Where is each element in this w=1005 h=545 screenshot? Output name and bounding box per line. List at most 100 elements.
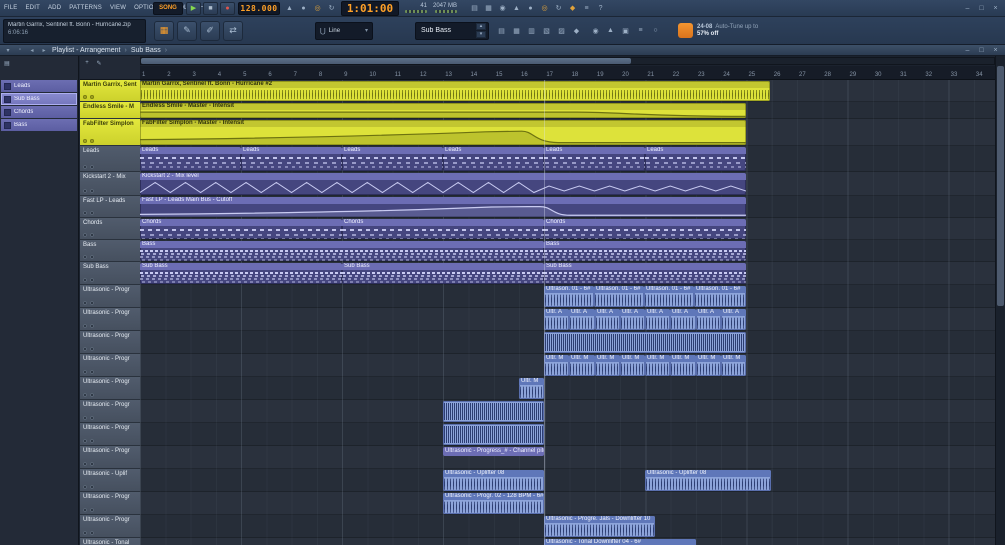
clip-ultr-m[interactable]: Ultr. M [670,355,696,376]
clip-ultrasonic-uplifter-08[interactable]: Ultrasonic - Uplifter 08 [645,470,771,491]
pan-knob[interactable] [83,370,87,374]
volume-knob[interactable] [90,139,94,143]
mixer-icon[interactable]: ▧ [540,24,553,37]
maximize-button[interactable]: □ [976,3,987,14]
track-header-4[interactable]: Kickstart 2 - Mix [80,172,140,196]
pattern-item-bass[interactable]: Bass [1,119,77,131]
clip-bass[interactable]: Bass [544,241,746,261]
playlist-grid[interactable]: Martin Garrix, Sentinel ft. Bonn - Hurri… [140,80,995,545]
clip-leads[interactable]: Leads [140,147,241,171]
time-display[interactable]: 1:01:00 [341,0,399,16]
pan-knob[interactable] [83,485,87,489]
menu-edit[interactable]: EDIT [25,5,39,11]
clip-ultr-m[interactable]: Ultr. M [595,355,620,376]
track-header-1[interactable]: Endless Smile - M [80,102,140,119]
clip-ultrason-01-6[interactable]: Ultrason. 01 - 6# [594,286,644,307]
typing-piano-icon[interactable]: ▣ [619,24,632,37]
ad-logo-icon[interactable] [678,23,693,38]
pan-knob[interactable] [83,508,87,512]
clip-audio[interactable] [443,401,544,422]
metronome-3-icon[interactable]: ▲ [604,24,617,37]
playlist-icon[interactable]: ▤ [495,24,508,37]
clip-ultrasonic-progre-jals-downlifter-10[interactable]: Ultrasonic - Progre. Jals - Downlifter 1… [544,516,655,537]
pan-knob[interactable] [83,301,87,305]
pan-knob[interactable] [83,347,87,351]
clip-ultrasonic-uplifter-08[interactable]: Ultrasonic - Uplifter 08 [443,470,544,491]
clip-chords[interactable]: Chords [140,219,342,239]
clip-ultr-m[interactable]: Ultr. M [696,355,721,376]
multitouch-icon[interactable]: ○ [649,24,662,37]
online-panel-icon[interactable]: ≡ [580,2,593,15]
track-header-16[interactable]: Ultrasonic - Progr [80,446,140,469]
clip-ultr-m[interactable]: Ultr. M [544,355,569,376]
clip-leads[interactable]: Leads [544,147,645,171]
maximize-button[interactable]: □ [976,45,987,56]
overdub-icon[interactable]: ◎ [538,2,551,15]
playlist-crumb[interactable]: Sub Bass [131,47,161,54]
clip-sub-bass[interactable]: Sub Bass [342,263,544,284]
volume-knob[interactable] [90,165,94,169]
song-mode-toggle[interactable]: SONG [153,1,183,15]
tempo-display[interactable]: 128.000 [238,1,280,15]
menu-file[interactable]: FILE [4,5,17,11]
clip-ultr-a[interactable]: Ultr. A [620,309,645,330]
volume-knob[interactable] [90,189,94,193]
midi-keyboard-icon[interactable]: ▦ [482,2,495,15]
plugin-picker-icon[interactable]: ◆ [570,24,583,37]
track-header-10[interactable]: Ultrasonic - Progr [80,308,140,331]
playlist-vscrollbar[interactable] [995,56,1005,545]
pan-knob[interactable] [83,255,87,259]
help-icon[interactable]: ? [594,2,607,15]
menu-add[interactable]: ADD [48,5,61,11]
volume-knob[interactable] [90,211,94,215]
clip-chords[interactable]: Chords [544,219,746,239]
playlist-hscrollbar[interactable] [140,57,995,65]
close-button[interactable]: × [990,3,1001,14]
pan-knob[interactable] [83,278,87,282]
volume-knob[interactable] [90,278,94,282]
piano-roll-icon[interactable]: ▦ [510,24,523,37]
clip-leads[interactable]: Leads [342,147,443,171]
playhead[interactable] [544,80,545,545]
metronome-icon[interactable]: ▲ [283,2,296,15]
clip-bass[interactable]: Bass [140,241,544,261]
volume-knob[interactable] [90,255,94,259]
play-button[interactable]: ▶ [186,1,201,15]
stop-button[interactable]: ■ [203,1,218,15]
loop-record-icon[interactable]: ↻ [325,2,338,15]
pattern-item-leads[interactable]: Leads [1,80,77,92]
volume-knob[interactable] [90,95,94,99]
snap-selector[interactable]: ⋃ Line ▾ [315,21,373,40]
volume-knob[interactable] [90,485,94,489]
scroll-lock-icon[interactable]: ≡ [634,24,647,37]
volume-knob[interactable] [90,416,94,420]
clip-ultrason-01-6[interactable]: Ultrason. 01 - 6# [644,286,694,307]
wait-for-input-icon[interactable]: ● [297,2,310,15]
clip-sub-bass[interactable]: Sub Bass [140,263,342,284]
clip-ultrasonic-progr-02-128-bpm-6[interactable]: Ultrasonic - Progr. 02 - 128 BPM - 6# [443,493,544,514]
clip-audio[interactable] [544,332,746,353]
clip-leads[interactable]: Leads [241,147,342,171]
clip-leads[interactable]: Leads [443,147,544,171]
pattern-picker-icon[interactable]: ▦ [154,20,174,41]
clip-fast-lp-leads-main-bus-cutoff[interactable]: Fast LP - Leads Main Bus - Cutoff [140,197,746,217]
track-header-18[interactable]: Ultrasonic - Progr [80,492,140,515]
volume-knob[interactable] [90,370,94,374]
volume-knob[interactable] [90,439,94,443]
pan-knob[interactable] [83,189,87,193]
volume-knob[interactable] [90,233,94,237]
clip-martin-garrix-sentinel-ft-bonn-hurricane-2[interactable]: Martin Garrix, Sentinel ft. Bonn - Hurri… [140,81,770,101]
detach-icon[interactable]: ▫ [16,47,24,53]
metronome-2-icon[interactable]: ▲ [510,2,523,15]
volume-knob[interactable] [90,508,94,512]
pan-knob[interactable] [83,165,87,169]
volume-knob[interactable] [90,324,94,328]
clip-ultr-a[interactable]: Ultr. A [645,309,670,330]
track-header-9[interactable]: Ultrasonic - Progr [80,285,140,308]
track-header-12[interactable]: Ultrasonic - Progr [80,354,140,377]
pan-knob[interactable] [83,139,87,143]
clip-kickstart-2-mix-level[interactable]: Kickstart 2 - Mix level [140,173,746,195]
clip-ultrasonic-tonal-downlifter-04-6[interactable]: Ultrasonic - Tonal Downlifter 04 - 6# [544,539,696,545]
pan-knob[interactable] [83,531,87,535]
track-header-13[interactable]: Ultrasonic - Progr [80,377,140,400]
